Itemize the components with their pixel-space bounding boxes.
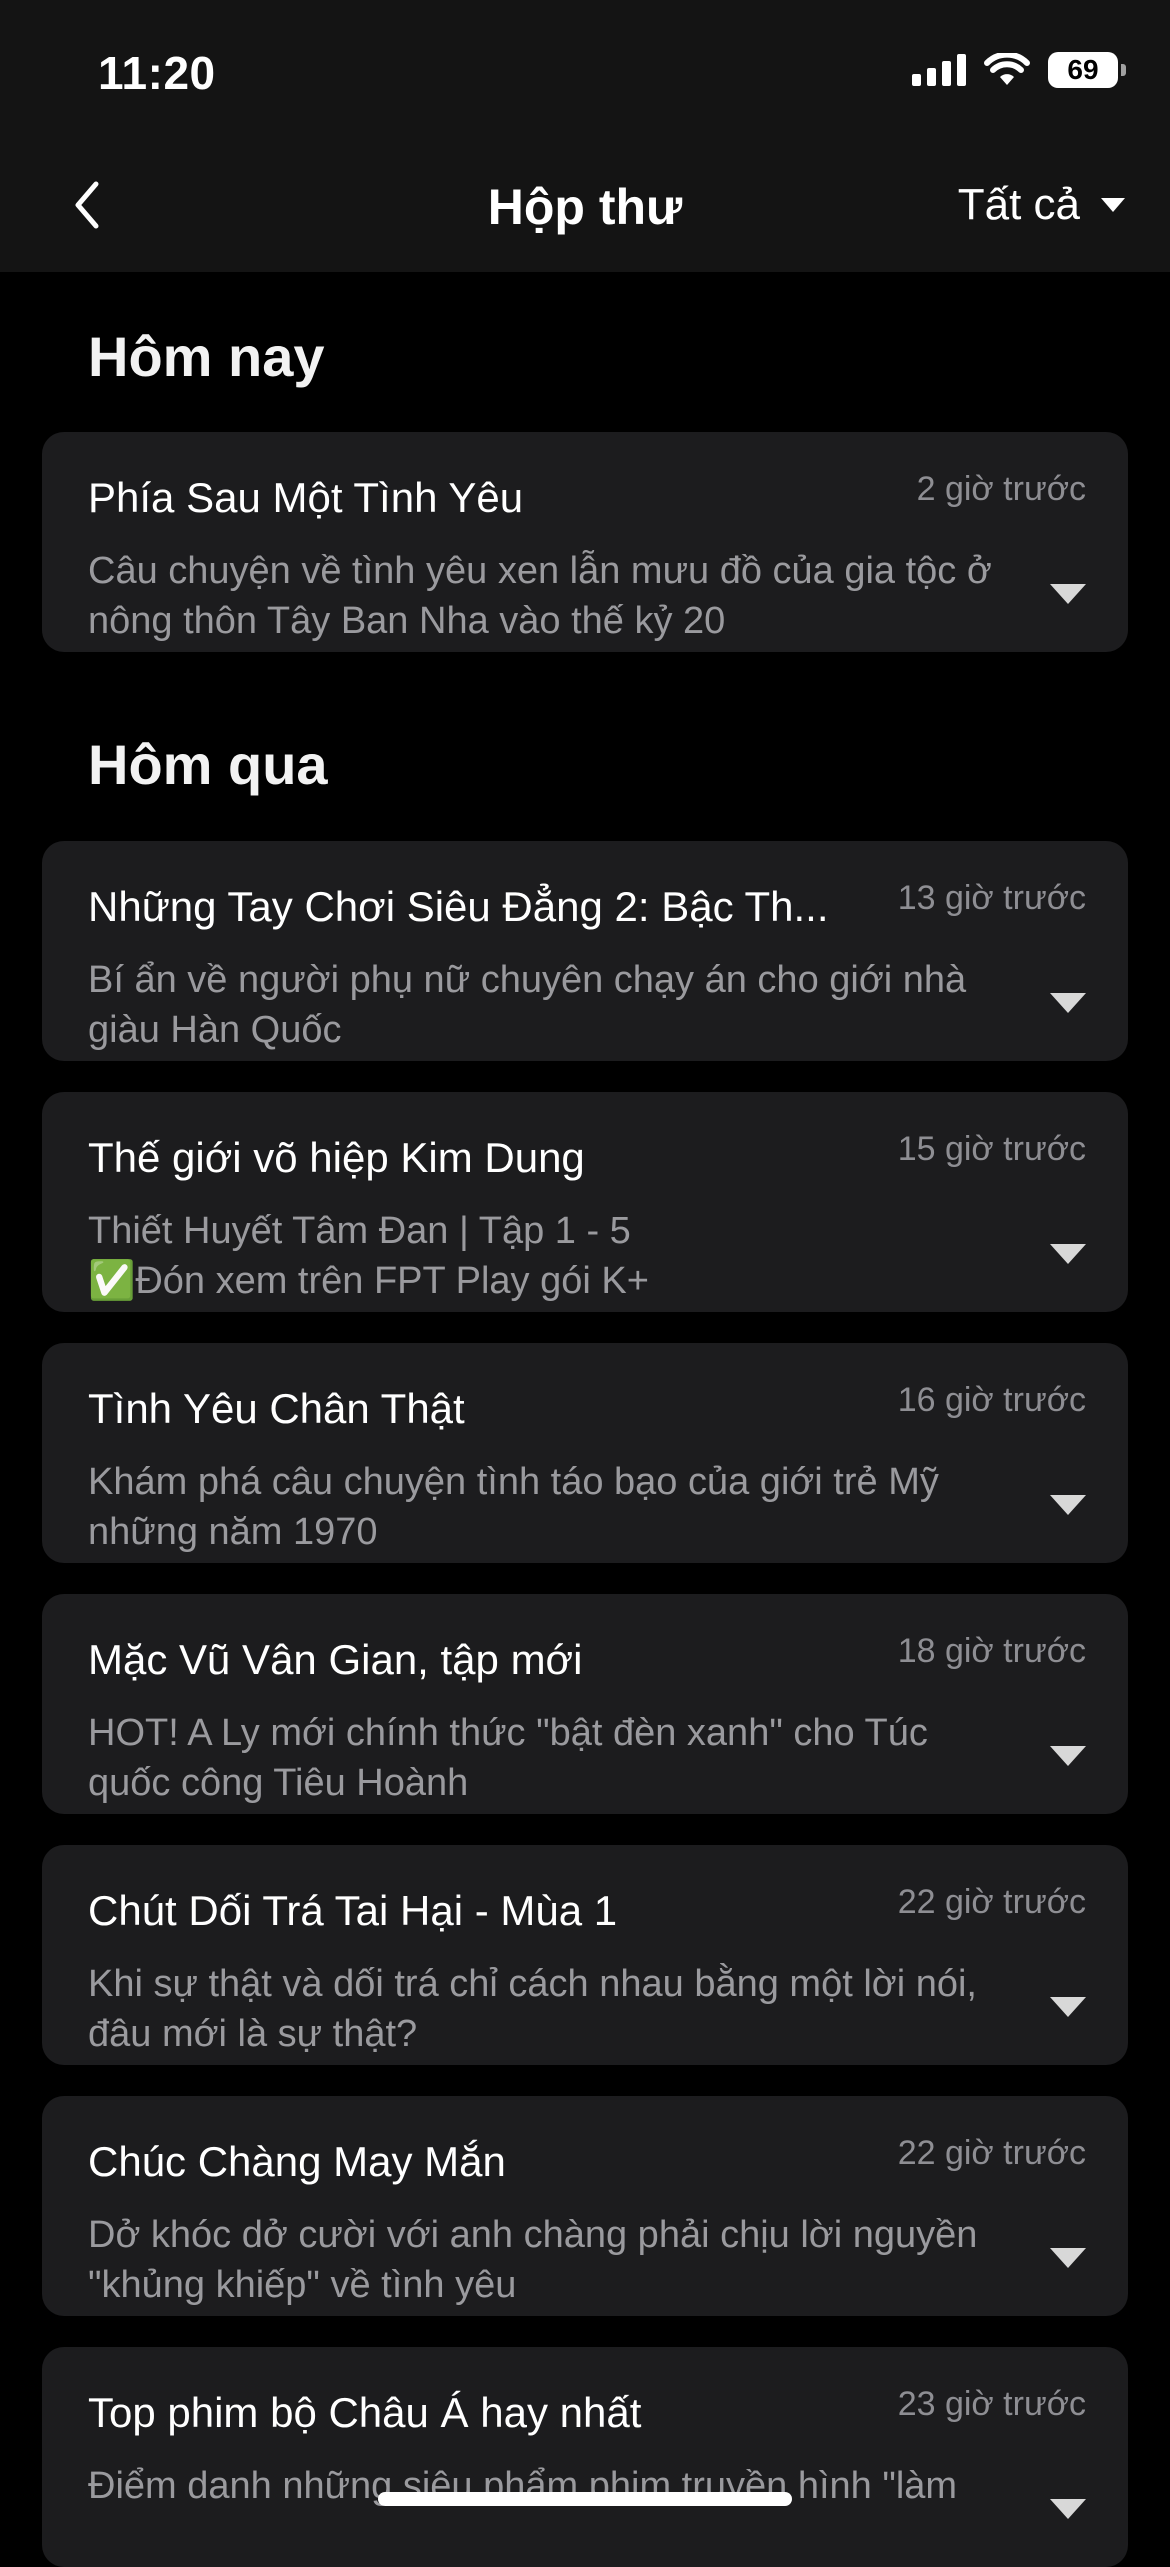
inbox-item-time: 2 giờ trước	[916, 470, 1086, 508]
expand-caret-icon[interactable]	[1048, 582, 1088, 606]
status-bar: 11:20 69	[0, 0, 1170, 140]
inbox-item[interactable]: Chúc Chàng May Mắn 22 giờ trước Dở khóc dở…	[42, 2096, 1128, 2316]
inbox-item-description: Khi sự thật và dối trá chỉ cách nhau bằn…	[88, 1963, 977, 2055]
filter-dropdown[interactable]: Tất cả	[958, 180, 1126, 230]
inbox-item-title: Những Tay Chơi Siêu Đẳng 2: Bậc Th...	[88, 883, 829, 930]
inbox-item-time: 18 giờ trước	[897, 1632, 1086, 1670]
inbox-item-description: Câu chuyện về tình yêu xen lẫn mưu đồ củ…	[88, 550, 992, 642]
dropdown-caret-icon	[1101, 198, 1125, 212]
expand-caret-icon[interactable]	[1048, 1744, 1088, 1768]
wifi-icon	[984, 53, 1030, 85]
inbox-item[interactable]: Top phim bộ Châu Á hay nhất 23 giờ trước Đ…	[42, 2347, 1128, 2567]
inbox-item-description: HOT! A Ly mới chính thức "bật đèn xanh" …	[88, 1712, 928, 1804]
inbox-item-title: Mặc Vũ Vân Gian, tập mới	[88, 1636, 583, 1683]
section-title: Hôm nay	[88, 325, 325, 388]
home-indicator	[378, 2492, 792, 2506]
inbox-item-time: 23 giờ trước	[897, 2385, 1086, 2423]
expand-caret-icon[interactable]	[1048, 1242, 1088, 1266]
inbox-item-title: Chút Dối Trá Tai Hại - Mùa 1	[88, 1887, 618, 1934]
expand-caret-icon[interactable]	[1048, 991, 1088, 1015]
inbox-item-title: Tình Yêu Chân Thật	[88, 1385, 465, 1432]
section-title: Hôm qua	[88, 733, 328, 796]
signal-icon	[912, 54, 966, 86]
inbox-item-description: Bí ẩn về người phụ nữ chuyên chạy án cho…	[88, 959, 967, 1051]
inbox-item-title: Top phim bộ Châu Á hay nhất	[88, 2389, 642, 2436]
inbox-item-time: 13 giờ trước	[897, 879, 1086, 917]
expand-caret-icon[interactable]	[1048, 2246, 1088, 2270]
inbox-item-description: Khám phá câu chuyện tình táo bạo của giớ…	[88, 1461, 939, 1553]
inbox-item-title: Thế giới võ hiệp Kim Dung	[88, 1134, 585, 1181]
inbox-item-title: Chúc Chàng May Mắn	[88, 2138, 506, 2185]
status-time: 11:20	[98, 47, 216, 99]
inbox-item[interactable]: Thế giới võ hiệp Kim Dung 15 giờ trước Thi…	[42, 1092, 1128, 1312]
inbox-item[interactable]: Phía Sau Một Tình Yêu 2 giờ trước Câu chuy…	[42, 432, 1128, 652]
battery-level: 69	[1067, 54, 1099, 85]
status-icons: 69	[912, 52, 1126, 88]
inbox-item[interactable]: Mặc Vũ Vân Gian, tập mới 18 giờ trước HOT!…	[42, 1594, 1128, 1814]
expand-caret-icon[interactable]	[1048, 1995, 1088, 2019]
navigation-bar: Hộp thư Tất cả	[0, 140, 1170, 272]
inbox-item-time: 15 giờ trước	[897, 1130, 1086, 1168]
inbox-item-time: 22 giờ trước	[897, 2134, 1086, 2172]
inbox-item[interactable]: Chút Dối Trá Tai Hại - Mùa 1 22 giờ trước…	[42, 1845, 1128, 2065]
inbox-item[interactable]: Những Tay Chơi Siêu Đẳng 2: Bậc Th... 13 …	[42, 841, 1128, 1061]
expand-caret-icon[interactable]	[1048, 1493, 1088, 1517]
inbox-item[interactable]: Tình Yêu Chân Thật 16 giờ trước Khám phá c…	[42, 1343, 1128, 1563]
battery-icon: 69	[1048, 52, 1126, 88]
expand-caret-icon[interactable]	[1048, 2497, 1088, 2521]
filter-label: Tất cả	[957, 180, 1080, 229]
inbox-item-description: Dở khóc dở cười với anh chàng phải chịu …	[88, 2214, 978, 2306]
inbox-item-time: 16 giờ trước	[897, 1381, 1086, 1419]
inbox-item-title: Phía Sau Một Tình Yêu	[88, 474, 524, 521]
inbox-item-description: Thiết Huyết Tâm Đan | Tập 1 - 5 ✅Đón xem…	[88, 1210, 649, 1302]
inbox-item-time: 22 giờ trước	[897, 1883, 1086, 1921]
